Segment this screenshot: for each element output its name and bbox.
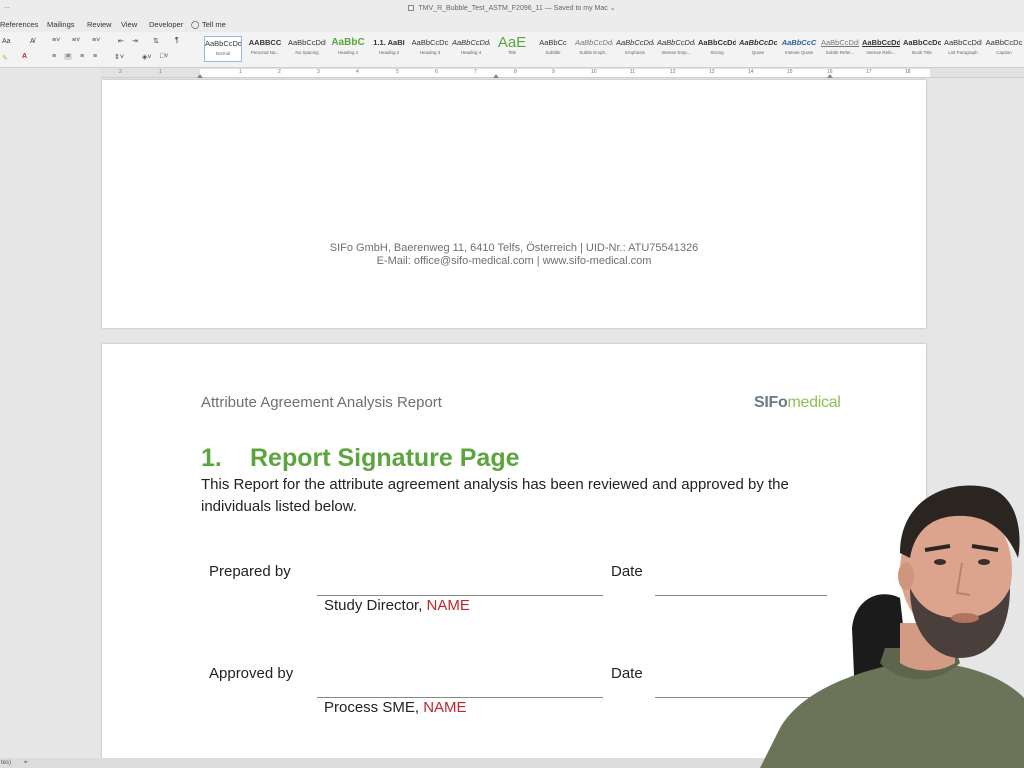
style-heading-4[interactable]: AaBbCcDdE Heading 4: [452, 36, 490, 62]
ruler-number: 8: [514, 69, 517, 75]
ruler-number: 18: [905, 69, 911, 75]
approved-name-placeholder: NAME: [423, 699, 467, 716]
lightbulb-icon: ◯: [191, 20, 200, 29]
style-list-paragraph[interactable]: AaBbCcDdEeList Paragraph: [944, 36, 982, 62]
style-emphasis[interactable]: AaBbCcDdEeEmphasis: [616, 36, 654, 62]
line-spacing-icon[interactable]: ⇕˅: [114, 53, 124, 61]
style-heading-3[interactable]: AaBbCcDc Heading 3: [411, 36, 449, 62]
styles-gallery: AaBbCcDdEeNormal AABBCCPersonal Na... Aa…: [202, 36, 1024, 62]
ruler-number: 2: [119, 69, 122, 75]
tab-developer[interactable]: Developer: [149, 20, 183, 29]
style-caption[interactable]: AaBbCcDc Caption: [985, 36, 1023, 62]
ribbon-tabs: References Mailings Review View Develope…: [0, 16, 1024, 32]
style-intense-emphasis[interactable]: AaBbCcDdE Intense Emp...: [657, 36, 695, 62]
prepared-role: Study Director, NAME: [324, 597, 470, 614]
tab-review[interactable]: Review: [87, 20, 112, 29]
left-indent-marker[interactable]: [197, 74, 203, 78]
tab-view[interactable]: View: [121, 20, 137, 29]
align-left-icon[interactable]: ≡: [52, 53, 56, 60]
multilevel-list-icon[interactable]: ≡˅: [92, 37, 100, 44]
intro-paragraph: This Report for the attribute agreement …: [201, 476, 789, 515]
align-right-icon[interactable]: ≡: [80, 53, 84, 60]
ruler-text-area: [200, 69, 930, 77]
company-logo: SIFomedical: [754, 394, 841, 411]
ruler-number: 11: [630, 69, 636, 75]
approved-role: Process SME, NAME: [324, 699, 467, 716]
highlight-icon[interactable]: ✎: [2, 54, 8, 62]
ruler-number: 17: [866, 69, 872, 75]
style-book-title[interactable]: AaBbCcDc Book Title: [903, 36, 941, 62]
style-heading-1[interactable]: AaBbC Heading 1: [329, 36, 367, 62]
ruler-number: 10: [591, 69, 597, 75]
ruler-number: 7: [474, 69, 477, 75]
status-word-count[interactable]: tes): [1, 760, 11, 766]
ruler-number: 9: [552, 69, 555, 75]
ruler-number: 13: [709, 69, 715, 75]
ruler-number: 2: [278, 69, 281, 75]
presenter-video: [760, 485, 1024, 768]
ruler-number: 4: [356, 69, 359, 75]
tab-stop-marker[interactable]: [493, 74, 499, 78]
borders-icon[interactable]: □˅: [160, 53, 168, 60]
webcam-overlay: [760, 458, 1024, 768]
ruler-number: 1: [159, 69, 162, 75]
horizontal-ruler[interactable]: 2 1 1 2 3 4 5 6 7 8 9 10 11 12 13 14 15 …: [100, 68, 1024, 78]
tab-mailings[interactable]: Mailings: [47, 20, 75, 29]
increase-indent-icon[interactable]: ⇥: [132, 37, 138, 45]
approved-by-label: Approved by: [209, 665, 294, 682]
numbering-icon[interactable]: ≡˅: [72, 37, 80, 44]
prepared-by-label: Prepared by: [209, 563, 291, 580]
style-subtle-reference[interactable]: AaBbCcDdE Subtle Refer...: [821, 36, 859, 62]
tell-me-search[interactable]: Tell me: [202, 20, 226, 29]
document-page-1[interactable]: SIFo GmbH, Baerenweg 11, 6410 Telfs, Öst…: [102, 80, 926, 328]
document-icon: [408, 5, 415, 11]
prepared-name-placeholder: NAME: [426, 597, 470, 614]
style-subtle-emphasis[interactable]: AaBbCcDdEeSubtle Emph...: [575, 36, 613, 62]
title-bar: ... TMV_R_Bubble_Test_ASTM_F2096_11 — Sa…: [0, 0, 1024, 16]
align-center-icon[interactable]: ≡: [64, 53, 73, 60]
sort-icon[interactable]: ⇅: [153, 37, 159, 45]
ruler-number: 12: [670, 69, 676, 75]
tab-references[interactable]: References: [0, 20, 38, 29]
right-indent-marker[interactable]: [827, 74, 833, 78]
footer-contact: E-Mail: office@sifo-medical.com | www.si…: [376, 255, 652, 267]
style-intense-reference[interactable]: AaBbCcDd Intense Refe...: [862, 36, 900, 62]
font-color-icon[interactable]: A: [22, 53, 27, 60]
ruler-number: 14: [748, 69, 754, 75]
ruler-number: 15: [787, 69, 793, 75]
clear-formatting-icon[interactable]: A̸: [30, 38, 35, 45]
style-heading-2[interactable]: 1.1. AaBI Heading 2: [370, 36, 408, 62]
page-header-title: Attribute Agreement Analysis Report: [201, 394, 442, 411]
ruler-number: 1: [239, 69, 242, 75]
footer-address: SIFo GmbH, Baerenweg 11, 6410 Telfs, Öst…: [329, 242, 699, 254]
pilcrow-icon[interactable]: ¶: [175, 37, 179, 44]
style-title[interactable]: AaE Title: [493, 36, 531, 62]
ruler-number: 3: [317, 69, 320, 75]
date-label: Date: [611, 665, 643, 682]
style-subtitle[interactable]: AaBbCc Subtitle: [534, 36, 572, 62]
section-heading: 1. Report Signature Page: [201, 444, 520, 472]
prepared-signature-line: [317, 595, 603, 596]
style-no-spacing[interactable]: AaBbCcDdEeNo Spacing: [288, 36, 326, 62]
style-normal[interactable]: AaBbCcDdEeNormal: [204, 36, 242, 62]
shading-icon[interactable]: ◈˅: [142, 53, 151, 61]
justify-icon[interactable]: ≡: [93, 53, 97, 60]
font-size-icon[interactable]: Aa: [2, 38, 11, 45]
document-title[interactable]: TMV_R_Bubble_Test_ASTM_F2096_11 — Saved …: [0, 4, 1024, 12]
style-strong[interactable]: AaBbCcDdEStrong: [698, 36, 736, 62]
decrease-indent-icon[interactable]: ⇤: [118, 37, 124, 45]
ruler-number: 5: [396, 69, 399, 75]
style-personal-name[interactable]: AABBCC Personal Na...: [246, 36, 284, 62]
approved-signature-line: [317, 697, 603, 698]
focus-icon[interactable]: ⌖: [24, 760, 27, 767]
date-label: Date: [611, 563, 643, 580]
style-intense-quote[interactable]: AaBbCcC Intense Quote: [780, 36, 818, 62]
style-quote[interactable]: AaBbCcDc Quote: [739, 36, 777, 62]
ruler-number: 6: [435, 69, 438, 75]
bullets-icon[interactable]: ≡˅: [52, 37, 60, 44]
